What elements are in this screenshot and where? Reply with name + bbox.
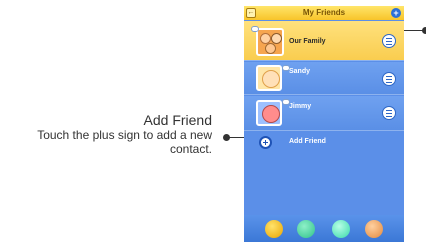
device-screen: ← My Friends + Our Family Sandy Jimmy Ad… [244, 6, 404, 242]
callout-dot [223, 134, 230, 141]
add-friend-label: Add Friend [289, 138, 326, 145]
contact-options-button[interactable] [382, 72, 396, 86]
status-bubble-icon [251, 26, 259, 32]
add-friend-plus-icon[interactable] [259, 136, 272, 149]
contact-name: Jimmy [289, 103, 312, 110]
avatar [256, 28, 284, 56]
contact-row-our-family[interactable]: Our Family [244, 21, 404, 61]
callout-description: Touch the plus sign to add a new contact… [37, 128, 212, 156]
plus-icon[interactable]: + [391, 8, 401, 18]
header-bar: ← My Friends + [244, 6, 404, 20]
lodge-icon[interactable] [365, 220, 383, 238]
page-title: My Friends [302, 8, 346, 17]
avatar [256, 100, 282, 126]
contact-name: Our Family [289, 38, 326, 45]
bottom-nav [244, 215, 404, 242]
callout-dot-right [422, 27, 426, 34]
contact-row-sandy[interactable]: Sandy [244, 62, 404, 95]
contact-name: Sandy [289, 68, 311, 75]
add-friend-row[interactable]: Add Friend [244, 132, 404, 154]
music-icon[interactable] [332, 220, 350, 238]
avatar [256, 65, 282, 91]
friends-icon[interactable] [265, 220, 283, 238]
contact-options-button[interactable] [382, 106, 396, 120]
contact-options-button[interactable] [382, 34, 396, 48]
callout-title: Add Friend [143, 112, 212, 128]
chat-icon[interactable] [297, 220, 315, 238]
contact-row-jimmy[interactable]: Jimmy [244, 96, 404, 131]
